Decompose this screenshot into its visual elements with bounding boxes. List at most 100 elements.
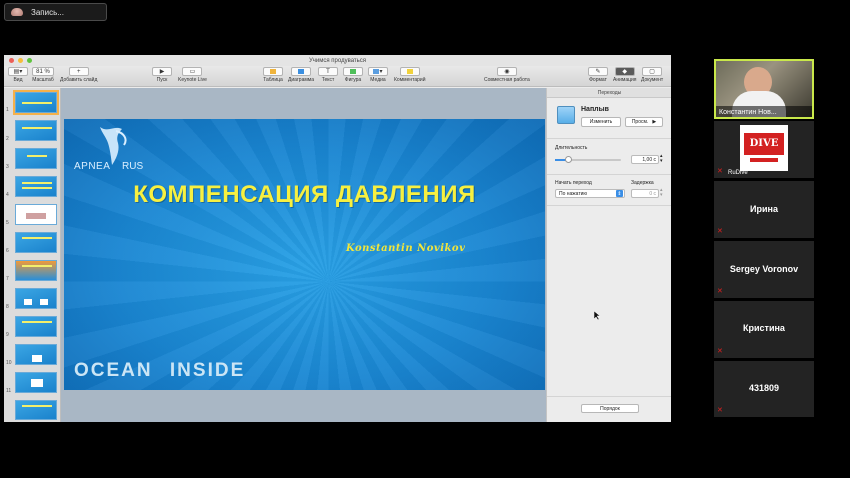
slide-thumbnail[interactable]	[15, 176, 57, 197]
comment-icon	[399, 67, 420, 76]
collaborate-button[interactable]: ◉ Совместная работа	[484, 67, 530, 83]
play-button[interactable]: ▶ Пуск	[152, 67, 172, 83]
view-button[interactable]: ▤▾ Вид	[8, 67, 28, 83]
slide-thumbnail[interactable]	[13, 90, 59, 115]
order-button[interactable]: Порядок	[581, 404, 639, 413]
thumb-number: 7	[6, 276, 9, 282]
keynote-window: Учимся продуваться ▤▾ Вид 81 % Масштаб +…	[4, 55, 671, 422]
tab-transitions[interactable]: Переходы	[547, 88, 671, 98]
document-button[interactable]: ▢ Документ	[641, 67, 663, 83]
format-button[interactable]: ✎ Формат	[588, 67, 608, 83]
preview-button[interactable]: Просм. ▶	[625, 117, 663, 127]
media-button[interactable]: ▾ Медиа	[368, 67, 388, 83]
document-icon: ▢	[642, 67, 663, 76]
current-slide[interactable]: APNEA RUS КОМПЕНСАЦИЯ ДАВЛЕНИЯ Konstanti…	[64, 119, 545, 390]
transition-preview-icon	[557, 106, 575, 124]
play-icon: ▶	[652, 119, 657, 125]
participant-name: Sergey Voronov	[729, 264, 799, 274]
thumb-number: 8	[6, 304, 9, 310]
muted-mic-icon: ✕	[717, 288, 723, 295]
collaborate-icon: ◉	[496, 67, 517, 76]
recording-icon	[11, 8, 23, 16]
duration-stepper-icon[interactable]: ▴ ▾	[660, 154, 663, 164]
slide-thumbnail[interactable]	[15, 260, 57, 281]
participant-name: Кристина	[743, 323, 785, 333]
slide-canvas[interactable]: APNEA RUS КОМПЕНСАЦИЯ ДАВЛЕНИЯ Konstanti…	[61, 88, 546, 422]
keynote-live-button[interactable]: ▭ Keynote Live	[178, 67, 207, 83]
logo-text-rus: RUS	[122, 161, 144, 172]
delay-stepper-icon[interactable]: ▴ ▾	[660, 188, 663, 198]
participant-tile[interactable]: Sergey Voronov ✕	[714, 241, 814, 298]
thumb-number: 6	[6, 248, 9, 254]
slide-thumbnail[interactable]	[15, 344, 57, 365]
slide-thumbnail[interactable]	[15, 400, 57, 420]
comment-button[interactable]: Комментарий	[394, 67, 426, 83]
slide-thumbnail[interactable]	[15, 316, 57, 337]
delay-label: Задержка	[631, 180, 654, 186]
title-bar: Учимся продуваться	[4, 55, 671, 66]
slide-thumbnail[interactable]	[15, 372, 57, 393]
chart-icon	[291, 67, 311, 76]
start-transition-label: Начать переход	[555, 180, 592, 186]
slide-footer: OCEAN INSIDE	[74, 360, 246, 381]
keynote-live-icon: ▭	[182, 67, 203, 76]
zoom-value: 81 %	[32, 67, 54, 76]
thumb-number: 5	[6, 220, 9, 226]
slide-thumbnail[interactable]	[15, 288, 57, 309]
duration-field[interactable]: 1,00 с	[631, 155, 659, 164]
animate-button[interactable]: ◆ Анимация	[613, 67, 636, 83]
play-icon: ▶	[152, 67, 172, 76]
start-transition-select[interactable]: По нажатию ⇕	[555, 189, 625, 198]
zoom-button[interactable]: 81 % Масштаб	[32, 67, 54, 83]
transition-name: Наплыв	[581, 106, 609, 113]
view-icon: ▤▾	[8, 67, 28, 76]
participant-name: RuDive	[728, 170, 748, 176]
slider-knob[interactable]	[565, 156, 572, 163]
participant-tile[interactable]: 431809 ✕	[714, 361, 814, 417]
recording-label: Запись...	[31, 7, 64, 17]
toolbar: ▤▾ Вид 81 % Масштаб + Добавить слайд ▶ П…	[4, 66, 671, 87]
slide-navigator[interactable]: 1 2 3 4 5 6 7 8 9 10 11	[4, 88, 61, 422]
slide-thumbnail[interactable]	[15, 204, 57, 225]
thumb-number: 3	[6, 164, 9, 170]
slide-thumbnail[interactable]	[15, 232, 57, 253]
preview-label: Просм.	[631, 119, 649, 125]
participant-name: 431809	[748, 383, 780, 393]
thumb-number: 10	[6, 360, 12, 366]
participant-name: Ирина	[750, 204, 778, 214]
add-slide-button[interactable]: + Добавить слайд	[60, 67, 97, 83]
participant-name: Константин Нов...	[719, 109, 777, 116]
slide-title: КОМПЕНСАЦИЯ ДАВЛЕНИЯ	[133, 181, 476, 208]
table-button[interactable]: Таблица	[263, 67, 283, 83]
minimize-window-button[interactable]	[18, 58, 23, 63]
rudive-logo-icon: DIVE	[740, 125, 788, 171]
thumb-number: 11	[6, 388, 12, 394]
slide-author: Konstantin Novikov	[346, 243, 466, 254]
participant-tile-active[interactable]: Константин Нов...	[714, 59, 814, 119]
window-title: Учимся продуваться	[308, 57, 367, 64]
zoom-window-button[interactable]	[27, 58, 32, 63]
shape-icon	[343, 67, 363, 76]
change-transition-button[interactable]: Изменить	[581, 117, 621, 127]
thumb-number: 1	[6, 107, 9, 113]
logo-text-apnea: APNEA	[74, 161, 111, 172]
duration-label: Длительность	[555, 145, 588, 151]
recording-indicator[interactable]: Запись...	[4, 3, 107, 21]
duration-slider[interactable]	[555, 156, 621, 163]
close-window-button[interactable]	[9, 58, 14, 63]
animate-icon: ◆	[614, 67, 635, 76]
text-button[interactable]: T Текст	[318, 67, 338, 83]
thumb-number: 2	[6, 136, 9, 142]
format-icon: ✎	[588, 67, 608, 76]
inspector-panel: Переходы Наплыв Изменить Просм. ▶ Длител…	[546, 88, 671, 422]
delay-field[interactable]: 0 с	[631, 189, 659, 198]
chart-button[interactable]: Диаграмма	[288, 67, 314, 83]
muted-mic-icon: ✕	[717, 407, 723, 414]
participant-tile[interactable]: DIVE ✕ RuDive	[714, 121, 814, 178]
slide-thumbnail[interactable]	[15, 148, 57, 169]
participant-tile[interactable]: Кристина ✕	[714, 301, 814, 358]
participant-tile[interactable]: Ирина ✕	[714, 181, 814, 238]
thumb-number: 9	[6, 332, 9, 338]
slide-thumbnail[interactable]	[15, 120, 57, 141]
shape-button[interactable]: Фигура	[343, 67, 363, 83]
